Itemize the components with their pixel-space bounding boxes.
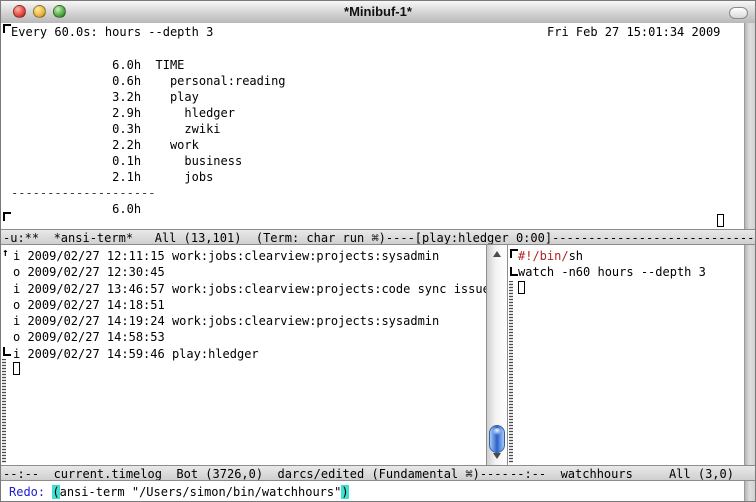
timelog-entry: i 2009/02/27 14:59:46 play:hledger: [13, 346, 486, 362]
buffer-top-indicator-icon: [3, 24, 11, 33]
modeline-script[interactable]: --:-- watchhours All (3,0): [508, 465, 756, 481]
modeline-timelog[interactable]: --:-- current.timelog Bot (3726,0) darcs…: [1, 465, 508, 481]
report-separator: --------------------: [11, 185, 286, 201]
toolbar-pill-icon[interactable]: [729, 7, 748, 19]
arrow-down-icon[interactable]: [487, 448, 507, 464]
hollow-cursor: [717, 214, 724, 227]
buffer-bottom-indicator-icon: [3, 212, 11, 221]
timelog-entry: o 2009/02/27 14:18:51: [13, 297, 486, 313]
modeline-row: --:-- current.timelog Bot (3726,0) darcs…: [1, 465, 756, 481]
open-paren-highlight: (: [52, 485, 59, 499]
modeline-ansi-term[interactable]: -u:** *ansi-term* All (13,101) (Term: ch…: [1, 229, 756, 245]
timelog-entry: i 2009/02/27 13:46:57 work:jobs:clearvie…: [13, 281, 486, 297]
bottom-split: ↑ i 2009/02/27 12:11:15 work:jobs:clearv…: [1, 245, 756, 465]
modeline-text: --:-- current.timelog Bot (3726,0) darcs…: [3, 467, 508, 481]
shebang-interpreter: #!/bin/: [518, 249, 569, 263]
shebang-line: #!/bin/sh: [518, 248, 706, 264]
window-title: *Minibuf-1*: [1, 4, 755, 19]
scrolled-above-indicator-icon: ↑: [2, 247, 9, 259]
hollow-cursor: [518, 281, 525, 294]
modeline-text: --:-- watchhours All (3,0): [510, 467, 756, 481]
report-total: 6.0h: [11, 201, 286, 217]
hollow-cursor: [13, 362, 20, 375]
script-window[interactable]: #!/bin/sh watch -n60 hours --depth 3: [508, 245, 744, 465]
minibuffer-text: Redo: (ansi-term "/Users/simon/bin/watch…: [9, 485, 349, 499]
minibuffer-prompt: Redo:: [9, 485, 52, 499]
script-command: watch -n60 hours --depth 3: [518, 264, 706, 280]
timelog-window[interactable]: ↑ i 2009/02/27 12:11:15 work:jobs:clearv…: [1, 245, 486, 465]
buffer-bottom-indicator-icon: [3, 347, 11, 356]
report-line: 2.9h hledger: [11, 105, 286, 121]
timelog-entry: i 2009/02/27 14:19:24 work:jobs:clearvie…: [13, 313, 486, 329]
report-line: 2.2h work: [11, 137, 286, 153]
watch-timestamp: Fri Feb 27 15:01:34 2009: [547, 25, 720, 39]
report-line: 0.6h personal:reading: [11, 73, 286, 89]
titlebar[interactable]: *Minibuf-1*: [1, 1, 755, 24]
report-line: 3.2h play: [11, 89, 286, 105]
buffer-bottom-indicator-icon: [510, 267, 518, 276]
minibuffer[interactable]: Redo: (ansi-term "/Users/simon/bin/watch…: [1, 481, 744, 502]
timelog-entry: o 2009/02/27 14:58:53: [13, 329, 486, 345]
modeline-text: -u:** *ansi-term* All (13,101) (Term: ch…: [3, 231, 756, 245]
shebang-tail: sh: [569, 249, 583, 263]
close-paren-highlight: ): [341, 485, 348, 499]
arrow-up-icon[interactable]: [487, 246, 507, 262]
timelog-scrollbar[interactable]: [486, 245, 508, 465]
timelog-entry: i 2009/02/27 12:11:15 work:jobs:clearvie…: [13, 248, 486, 264]
buffer-top-indicator-icon: [510, 249, 518, 258]
report-line: 2.1h jobs: [11, 169, 286, 185]
empty-lines-indicator: [2, 359, 6, 463]
emacs-frame: *Minibuf-1* Every 60.0s: hours --depth 3…: [0, 0, 756, 502]
ansi-term-window[interactable]: Every 60.0s: hours --depth 3 Fri Feb 27 …: [1, 23, 744, 229]
minibuffer-command: ansi-term "/Users/simon/bin/watchhours": [60, 485, 342, 499]
timelog-entry: o 2009/02/27 12:30:45: [13, 264, 486, 280]
report-line: 6.0h TIME: [11, 57, 286, 73]
watch-header: Every 60.0s: hours --depth 3: [11, 25, 213, 39]
report-line: 0.1h business: [11, 153, 286, 169]
report-line: 0.3h zwiki: [11, 121, 286, 137]
empty-lines-indicator: [509, 281, 513, 463]
